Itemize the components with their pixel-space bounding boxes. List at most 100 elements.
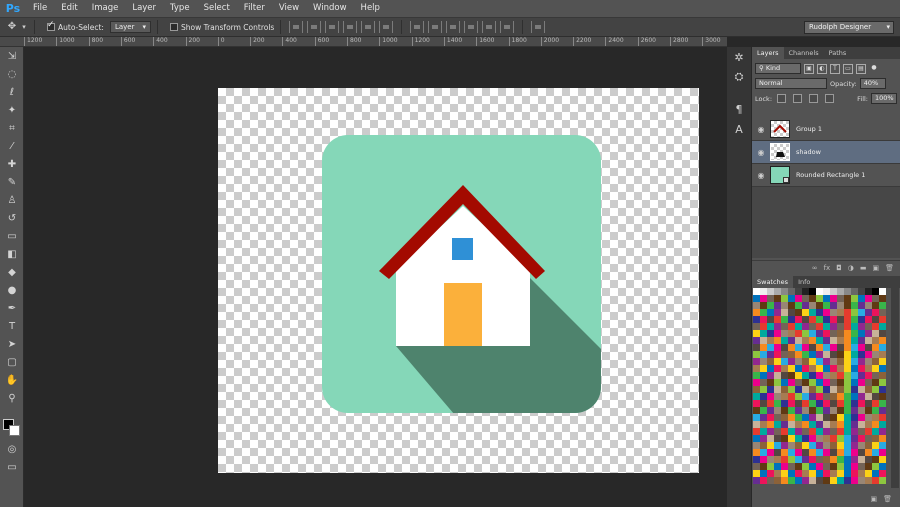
color-swatch[interactable] xyxy=(879,295,886,302)
color-swatch[interactable] xyxy=(760,428,767,435)
color-swatch[interactable] xyxy=(788,337,795,344)
color-swatch[interactable] xyxy=(830,309,837,316)
color-swatch[interactable] xyxy=(865,393,872,400)
align-left-icon[interactable] xyxy=(343,21,358,33)
color-swatch[interactable] xyxy=(809,428,816,435)
color-swatch[interactable] xyxy=(837,407,844,414)
color-swatch[interactable] xyxy=(774,288,781,295)
color-swatch[interactable] xyxy=(788,302,795,309)
color-swatch[interactable] xyxy=(872,407,879,414)
menu-window[interactable]: Window xyxy=(306,0,354,17)
color-swatch[interactable] xyxy=(781,421,788,428)
color-swatch[interactable] xyxy=(830,365,837,372)
color-swatch[interactable] xyxy=(767,358,774,365)
color-swatch[interactable] xyxy=(760,449,767,456)
color-swatch[interactable] xyxy=(795,435,802,442)
color-swatch[interactable] xyxy=(809,323,816,330)
color-swatch[interactable] xyxy=(858,470,865,477)
color-swatch[interactable] xyxy=(816,295,823,302)
color-swatch[interactable] xyxy=(830,456,837,463)
color-swatch[interactable] xyxy=(802,400,809,407)
color-swatch[interactable] xyxy=(816,449,823,456)
color-swatch[interactable] xyxy=(753,358,760,365)
color-swatch[interactable] xyxy=(851,316,858,323)
color-swatch[interactable] xyxy=(767,330,774,337)
color-swatch[interactable] xyxy=(879,463,886,470)
color-swatch[interactable] xyxy=(809,414,816,421)
color-swatch[interactable] xyxy=(809,386,816,393)
color-swatch[interactable] xyxy=(767,323,774,330)
color-swatch[interactable] xyxy=(865,309,872,316)
color-swatch[interactable] xyxy=(844,463,851,470)
color-swatch[interactable] xyxy=(858,456,865,463)
color-swatch[interactable] xyxy=(830,316,837,323)
color-swatch[interactable] xyxy=(830,435,837,442)
color-swatch[interactable] xyxy=(872,456,879,463)
layer-style-icon[interactable]: fx xyxy=(824,264,831,272)
color-swatch[interactable] xyxy=(844,470,851,477)
color-swatch[interactable] xyxy=(823,449,830,456)
color-swatch[interactable] xyxy=(809,477,816,484)
color-swatch[interactable] xyxy=(781,379,788,386)
color-swatch[interactable] xyxy=(844,379,851,386)
pen-tool-icon[interactable]: ✒ xyxy=(0,299,24,317)
color-swatch[interactable] xyxy=(837,358,844,365)
color-swatch[interactable] xyxy=(858,302,865,309)
color-swatch[interactable] xyxy=(872,316,879,323)
color-swatch[interactable] xyxy=(774,400,781,407)
new-group-icon[interactable]: ▬ xyxy=(860,264,867,272)
color-swatch[interactable] xyxy=(872,372,879,379)
color-swatch[interactable] xyxy=(823,393,830,400)
color-swatch[interactable] xyxy=(872,379,879,386)
color-swatch[interactable] xyxy=(844,435,851,442)
color-swatch[interactable] xyxy=(774,428,781,435)
color-swatch[interactable] xyxy=(774,337,781,344)
color-swatch[interactable] xyxy=(802,351,809,358)
color-swatch[interactable] xyxy=(851,358,858,365)
menu-edit[interactable]: Edit xyxy=(54,0,84,17)
color-swatch[interactable] xyxy=(767,456,774,463)
color-swatch[interactable] xyxy=(767,470,774,477)
color-swatch[interactable] xyxy=(774,351,781,358)
color-swatch[interactable] xyxy=(823,358,830,365)
color-swatch[interactable] xyxy=(767,442,774,449)
color-swatch[interactable] xyxy=(858,421,865,428)
color-swatch[interactable] xyxy=(851,386,858,393)
path-selection-tool-icon[interactable]: ➤ xyxy=(0,335,24,353)
color-swatch[interactable] xyxy=(753,414,760,421)
color-swatch[interactable] xyxy=(781,372,788,379)
color-swatch[interactable] xyxy=(760,316,767,323)
color-swatch[interactable] xyxy=(879,393,886,400)
color-swatch[interactable] xyxy=(760,358,767,365)
color-swatch[interactable] xyxy=(823,379,830,386)
color-swatch[interactable] xyxy=(872,365,879,372)
color-swatch[interactable] xyxy=(872,400,879,407)
color-swatch[interactable] xyxy=(823,470,830,477)
color-swatch[interactable] xyxy=(795,449,802,456)
color-swatch[interactable] xyxy=(767,449,774,456)
color-swatch[interactable] xyxy=(802,470,809,477)
color-swatch[interactable] xyxy=(879,379,886,386)
color-swatch[interactable] xyxy=(809,456,816,463)
color-swatch[interactable] xyxy=(858,351,865,358)
lock-image-icon[interactable] xyxy=(793,94,803,103)
color-swatch[interactable] xyxy=(872,393,879,400)
color-swatch[interactable] xyxy=(858,442,865,449)
color-swatch[interactable] xyxy=(767,435,774,442)
lasso-tool-icon[interactable]: ℓ xyxy=(0,83,24,101)
color-swatch[interactable] xyxy=(844,449,851,456)
color-swatch[interactable] xyxy=(774,470,781,477)
color-swatch[interactable] xyxy=(802,372,809,379)
color-swatch[interactable] xyxy=(774,302,781,309)
color-swatch[interactable] xyxy=(774,414,781,421)
color-swatch[interactable] xyxy=(788,435,795,442)
color-swatch[interactable] xyxy=(816,379,823,386)
history-brush-tool-icon[interactable]: ↺ xyxy=(0,209,24,227)
menu-view[interactable]: View xyxy=(272,0,306,17)
color-swatch[interactable] xyxy=(858,337,865,344)
color-swatch[interactable] xyxy=(879,449,886,456)
color-swatch[interactable] xyxy=(851,400,858,407)
color-swatch[interactable] xyxy=(767,393,774,400)
color-swatch[interactable] xyxy=(858,386,865,393)
rectangle-tool-icon[interactable]: ▢ xyxy=(0,353,24,371)
